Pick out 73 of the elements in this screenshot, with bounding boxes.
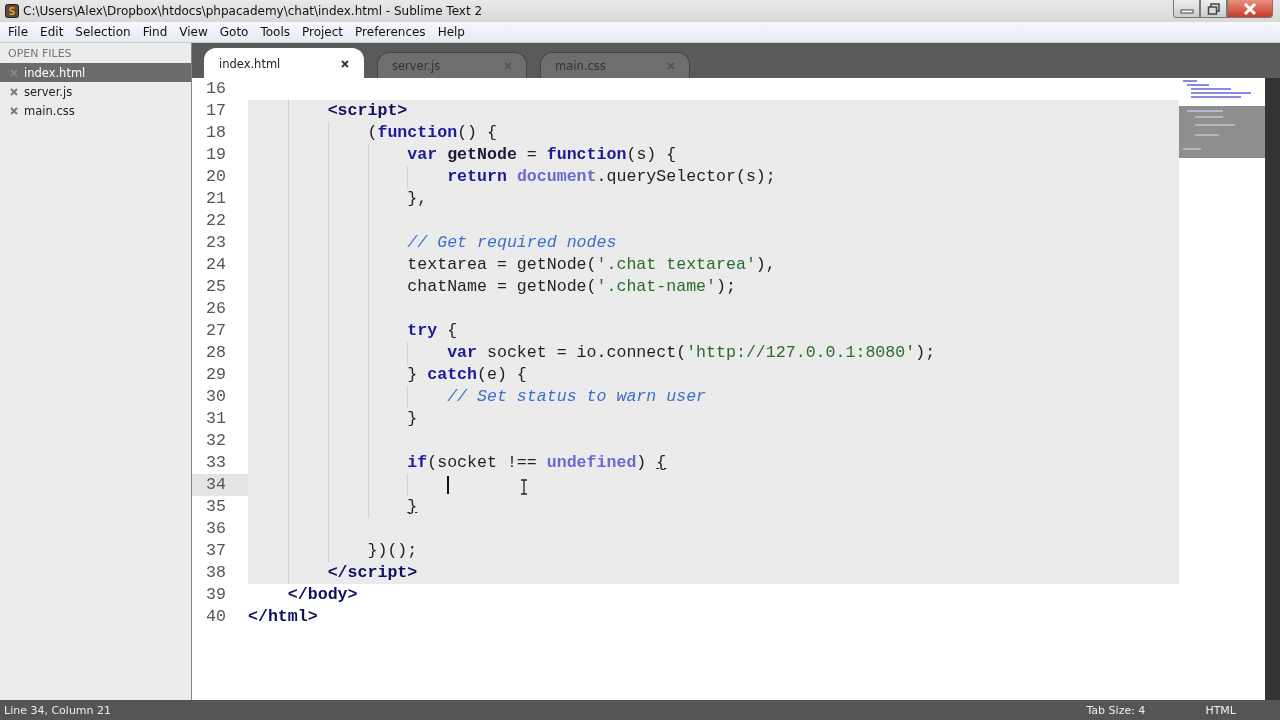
code-line: try { (407, 320, 458, 342)
line-number: 30 (205, 386, 227, 408)
line-number: 40 (205, 606, 227, 628)
app-icon (5, 4, 19, 18)
menu-item[interactable]: Edit (34, 25, 70, 39)
code-line: if(socket !== undefined) { (407, 452, 667, 474)
code-line: } (407, 496, 418, 518)
menu-item[interactable]: Help (431, 25, 471, 39)
sidebar-item[interactable]: server.js (0, 82, 191, 101)
line-number: 27 (205, 320, 227, 342)
line-number: 29 (205, 364, 227, 386)
line-number: 38 (205, 562, 227, 584)
window-title: C:\Users\Alex\Dropbox\htdocs\phpacademy\chat\index.html - Sublime Text 2 (23, 4, 483, 18)
close-icon[interactable] (341, 59, 349, 68)
close-button[interactable] (1227, 0, 1273, 18)
line-number: 36 (205, 518, 227, 540)
code-line: })(); (367, 540, 418, 562)
code-line: // Get required nodes (407, 232, 617, 254)
menu-item[interactable]: Tools (254, 25, 296, 39)
line-number: 19 (205, 144, 227, 166)
code-line: chatName = getNode('.chat-name'); (407, 276, 736, 298)
menu-item[interactable]: File (2, 25, 35, 39)
code-line: textarea = getNode('.chat textarea'), (407, 254, 776, 276)
menu-item[interactable]: Goto (213, 25, 255, 39)
code-line: </html> (248, 606, 318, 628)
line-number: 23 (205, 232, 227, 254)
code-line: // Set status to warn user (447, 386, 707, 408)
sidebar-item[interactable]: index.html (0, 63, 191, 82)
line-number: 32 (205, 430, 227, 452)
tab-size[interactable]: Tab Size: 4 (1086, 703, 1146, 717)
line-number: 35 (205, 496, 227, 518)
code-line: (function() { (367, 122, 497, 144)
line-number: 37 (205, 540, 227, 562)
line-number: 20 (205, 166, 227, 188)
menu-item[interactable]: Find (136, 25, 174, 39)
syntax-mode[interactable]: HTML (1205, 703, 1236, 717)
line-number: 39 (205, 584, 227, 606)
sidebar-item[interactable]: main.css (0, 101, 191, 120)
scrollbar[interactable] (1265, 78, 1280, 700)
code-line: var getNode = function(s) { (407, 144, 677, 166)
line-number: 28 (205, 342, 227, 364)
line-number: 22 (205, 210, 227, 232)
line-number: 33 (205, 452, 227, 474)
code-line: <script> (327, 100, 408, 122)
line-number: 31 (205, 408, 227, 430)
line-number: 24 (205, 254, 227, 276)
text-cursor-icon (520, 479, 528, 495)
minimize-button[interactable] (1173, 0, 1200, 18)
code-line: } catch(e) { (407, 364, 527, 386)
line-number: 21 (205, 188, 227, 210)
menu-item[interactable]: View (173, 25, 214, 39)
restore-button[interactable] (1200, 0, 1227, 18)
close-icon (1242, 2, 1258, 15)
line-number: 16 (205, 78, 227, 100)
sidebar-header: OPEN FILES (7, 46, 73, 62)
code-line: var socket = io.connect('http://127.0.0.1:8080'); (447, 342, 936, 364)
restore-icon (1206, 2, 1221, 15)
line-number: 17 (205, 100, 227, 122)
code-line: return document.querySelector(s); (447, 166, 776, 188)
line-number: 18 (205, 122, 227, 144)
code-line: </script> (327, 562, 418, 584)
code-line: }, (407, 188, 428, 210)
line-number: 26 (205, 298, 227, 320)
menu-item[interactable]: Selection (69, 25, 137, 39)
line-number: 34 (192, 474, 248, 496)
line-number: 25 (205, 276, 227, 298)
code-line: } (407, 408, 418, 430)
menu-item[interactable]: Project (296, 25, 350, 39)
minimap-drawing[interactable] (1179, 78, 1265, 158)
cursor-position: Line 34, Column 21 (4, 703, 112, 717)
editor-tab[interactable]: index.html (204, 48, 364, 78)
menu-item[interactable]: Preferences (349, 25, 432, 39)
code-line: </body> (287, 584, 358, 606)
